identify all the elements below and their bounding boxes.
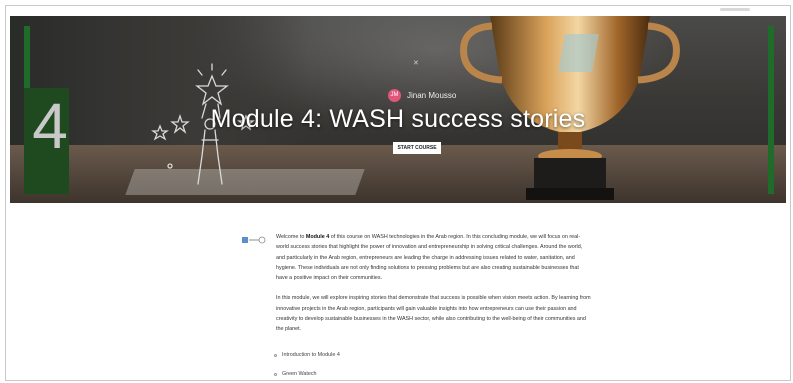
organization-logo-icon	[242, 236, 266, 244]
lesson-status-icon	[274, 353, 277, 357]
intro-paragraph-2: In this module, we will explore inspirin…	[276, 295, 591, 333]
author-avatar: JM	[388, 88, 401, 102]
intro-text-rest: of this course on WASH technologies in t…	[276, 234, 583, 282]
lesson-label: Green Watech	[282, 371, 317, 377]
lesson-label: Introduction to Module 4	[282, 352, 340, 358]
sparkle-icon: ✕	[413, 60, 419, 67]
window-handle	[720, 8, 750, 11]
lesson-item-green-watech[interactable]: Green Watech	[274, 371, 317, 377]
intro-text-bold: Module 4	[305, 234, 330, 240]
lesson-status-icon	[274, 372, 277, 376]
author-info: JM Jinan Mousso	[388, 87, 456, 103]
course-title: Module 4: WASH success stories	[210, 105, 586, 133]
top-bar	[6, 6, 790, 14]
lesson-item-introduction[interactable]: Introduction to Module 4	[274, 352, 340, 358]
module-introduction: Welcome to Module 4 of this course on WA…	[276, 232, 591, 345]
page-frame: 4 ✕ JM Jinan Mousso Module 4: WASH succe…	[5, 5, 791, 381]
course-hero: 4 ✕ JM Jinan Mousso Module 4: WASH succe…	[10, 16, 786, 203]
start-course-button[interactable]: START COURSE	[393, 142, 441, 154]
author-name: Jinan Mousso	[407, 90, 457, 100]
intro-paragraph-1: Welcome to Module 4 of this course on WA…	[276, 232, 591, 283]
intro-text-start: Welcome to	[276, 234, 306, 240]
